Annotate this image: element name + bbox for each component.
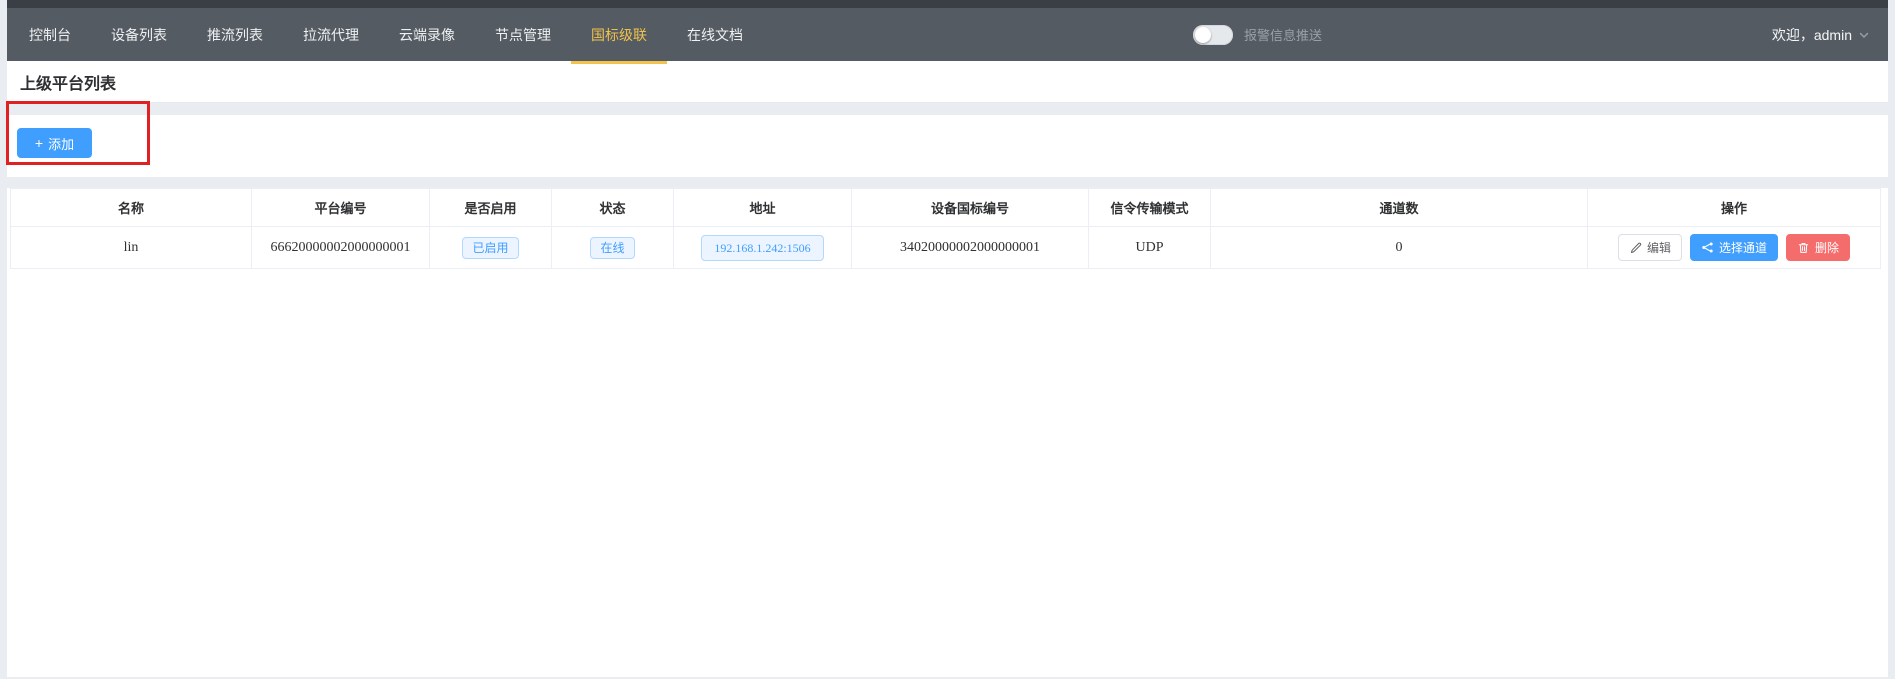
- page-title: 上级平台列表: [20, 70, 116, 94]
- welcome-text: 欢迎，admin: [1772, 25, 1852, 45]
- alarm-push-toggle-group: 报警信息推送: [1193, 8, 1322, 61]
- col-header-enabled: 是否启用: [430, 189, 552, 227]
- nav-item-push-list[interactable]: 推流列表: [187, 8, 283, 61]
- page-header: 上级平台列表: [7, 61, 1888, 103]
- status-badge: 在线: [590, 237, 634, 259]
- add-button[interactable]: + 添加: [17, 128, 92, 158]
- toggle-knob: [1195, 27, 1211, 43]
- col-header-device-gb-id: 设备国标编号: [852, 189, 1089, 227]
- row-actions: 编辑 选择通道: [1588, 234, 1880, 261]
- select-channel-label: 选择通道: [1719, 239, 1767, 256]
- select-channel-button[interactable]: 选择通道: [1690, 234, 1778, 261]
- alarm-push-label: 报警信息推送: [1244, 25, 1322, 44]
- nav-item-gb-cascade[interactable]: 国标级联: [571, 8, 667, 61]
- section-gap: [7, 103, 1888, 115]
- cell-transport: UDP: [1089, 227, 1211, 269]
- delete-button[interactable]: 删除: [1786, 234, 1850, 261]
- col-header-platform-id: 平台编号: [252, 189, 430, 227]
- nav-item-online-docs[interactable]: 在线文档: [667, 8, 763, 61]
- toolbar: + 添加: [7, 115, 1888, 177]
- pencil-icon: [1629, 241, 1642, 254]
- cell-enabled: 已启用: [430, 227, 552, 269]
- chevron-down-icon: [1858, 29, 1870, 41]
- add-button-label: 添加: [48, 134, 74, 153]
- col-header-name: 名称: [11, 189, 252, 227]
- delete-button-label: 删除: [1815, 239, 1839, 256]
- table-row: lin 66620000002000000001 已启用 在线 192.168.…: [11, 227, 1881, 269]
- enabled-badge: 已启用: [462, 237, 518, 259]
- section-gap: [7, 177, 1888, 188]
- col-header-status: 状态: [552, 189, 674, 227]
- table-header-row: 名称 平台编号 是否启用 状态 地址 设备国标编号 信令传输模式 通道数 操作: [11, 189, 1881, 227]
- col-header-address: 地址: [674, 189, 852, 227]
- platform-table: 名称 平台编号 是否启用 状态 地址 设备国标编号 信令传输模式 通道数 操作 …: [10, 188, 1881, 269]
- col-header-channel-count: 通道数: [1211, 189, 1588, 227]
- nav-item-console[interactable]: 控制台: [9, 8, 91, 61]
- nav-item-cloud-record[interactable]: 云端录像: [379, 8, 475, 61]
- nav-item-device-list[interactable]: 设备列表: [91, 8, 187, 61]
- top-edge-strip: [7, 0, 1888, 8]
- cell-device-gb-id: 34020000002000000001: [852, 227, 1089, 269]
- alarm-push-toggle[interactable]: [1193, 25, 1233, 45]
- trash-icon: [1797, 241, 1810, 254]
- app-root: 控制台 设备列表 推流列表 拉流代理 云端录像 节点管理 国标级联 在线文档 报…: [7, 0, 1888, 677]
- plus-icon: +: [35, 136, 43, 150]
- cell-name: lin: [11, 227, 252, 269]
- cell-address: 192.168.1.242:1506: [674, 227, 852, 269]
- edit-button-label: 编辑: [1647, 239, 1671, 256]
- main-navbar: 控制台 设备列表 推流列表 拉流代理 云端录像 节点管理 国标级联 在线文档 报…: [7, 8, 1888, 61]
- user-menu[interactable]: 欢迎，admin: [1772, 8, 1870, 61]
- col-header-transport: 信令传输模式: [1089, 189, 1211, 227]
- nav-item-node-manage[interactable]: 节点管理: [475, 8, 571, 61]
- cell-platform-id: 66620000002000000001: [252, 227, 430, 269]
- cell-channel-count: 0: [1211, 227, 1588, 269]
- cell-status: 在线: [552, 227, 674, 269]
- cell-actions: 编辑 选择通道: [1588, 227, 1881, 269]
- nav-item-pull-proxy[interactable]: 拉流代理: [283, 8, 379, 61]
- platform-table-card: 名称 平台编号 是否启用 状态 地址 设备国标编号 信令传输模式 通道数 操作 …: [7, 188, 1888, 677]
- edit-button[interactable]: 编辑: [1618, 234, 1682, 261]
- col-header-actions: 操作: [1588, 189, 1881, 227]
- share-icon: [1701, 241, 1714, 254]
- address-badge: 192.168.1.242:1506: [701, 235, 823, 261]
